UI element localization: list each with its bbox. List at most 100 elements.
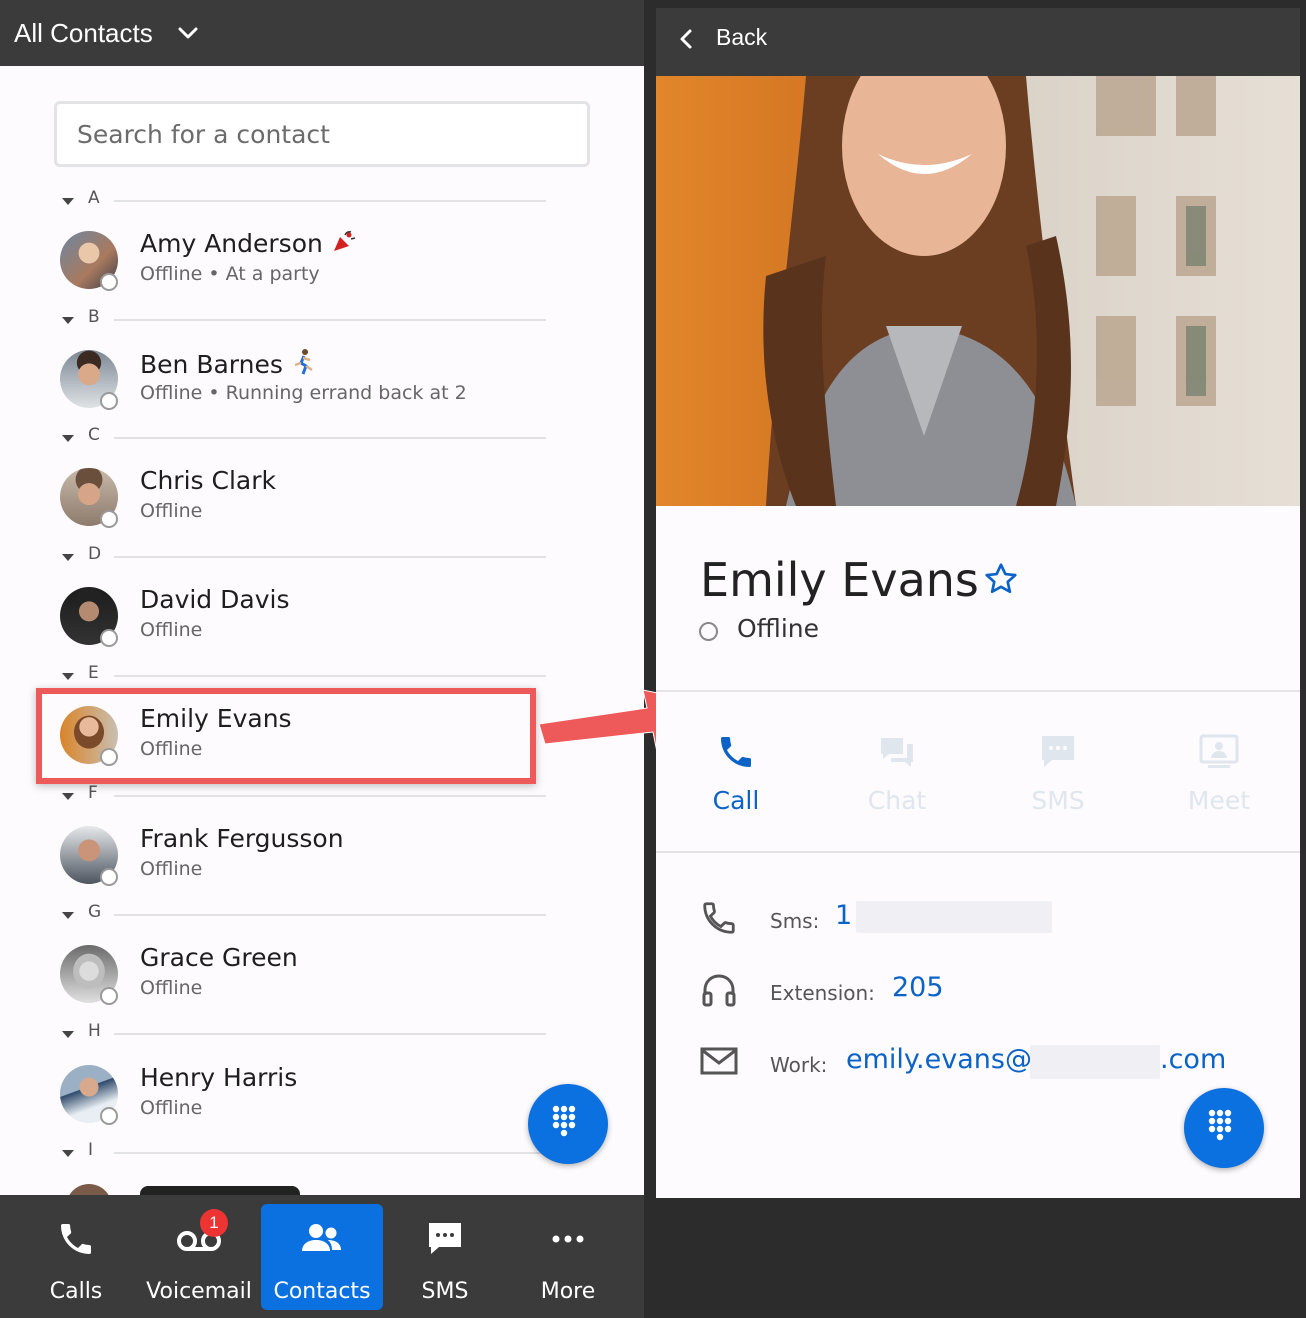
collapse-triangle-icon bbox=[62, 554, 74, 561]
contact-row-henry-harris[interactable]: Henry Harris Offline bbox=[60, 1063, 530, 1127]
action-label: SMS bbox=[1031, 786, 1085, 815]
work-email-suffix[interactable]: .com bbox=[1160, 1044, 1226, 1075]
section-header-c[interactable]: C bbox=[60, 425, 546, 448]
sms-action-button[interactable]: SMS bbox=[998, 732, 1118, 822]
headset-icon bbox=[702, 974, 736, 1007]
sms-number[interactable]: 1 bbox=[835, 900, 852, 931]
divider bbox=[114, 1033, 546, 1035]
divider bbox=[114, 556, 546, 558]
contacts-list-panel: All Contacts A B C D E F G H I Amy Ander… bbox=[0, 0, 644, 1318]
contact-detail-panel: Back Emily Evans Offline Call Chat SMS M… bbox=[656, 8, 1300, 1198]
avatar bbox=[66, 1184, 112, 1195]
back-chevron-icon[interactable] bbox=[678, 28, 694, 50]
sms-label: Sms: bbox=[770, 909, 820, 933]
section-header-g[interactable]: G bbox=[60, 902, 546, 925]
contacts-icon bbox=[302, 1224, 341, 1251]
section-header-f[interactable]: F bbox=[60, 783, 546, 806]
section-header-d[interactable]: D bbox=[60, 544, 546, 567]
nav-label: Contacts bbox=[273, 1279, 371, 1304]
highlight-box bbox=[36, 688, 536, 784]
contact-detail-status: Offline bbox=[737, 614, 820, 643]
section-header-i[interactable]: I bbox=[60, 1140, 546, 1163]
section-header-b[interactable]: B bbox=[60, 307, 546, 330]
divider bbox=[114, 437, 546, 439]
party-popper-icon bbox=[333, 231, 356, 251]
search-input[interactable] bbox=[57, 104, 587, 164]
contact-name: David Davis bbox=[140, 585, 290, 614]
favorite-star-icon[interactable] bbox=[982, 561, 1020, 597]
contact-photo bbox=[656, 76, 1300, 506]
dialpad-icon bbox=[552, 1105, 576, 1137]
chat-icon bbox=[881, 738, 913, 767]
collapse-triangle-icon bbox=[62, 198, 74, 205]
chevron-down-icon[interactable] bbox=[177, 22, 199, 44]
contact-row-ben-barnes[interactable]: Ben Barnes Offline • Running errand back… bbox=[60, 349, 530, 412]
phone-icon bbox=[61, 1224, 91, 1254]
contact-row-frank-fergusson[interactable]: Frank Fergusson Offline bbox=[60, 824, 530, 888]
contact-name: Chris Clark bbox=[140, 466, 276, 495]
back-button[interactable]: Back bbox=[716, 24, 767, 51]
divider bbox=[114, 319, 546, 321]
divider bbox=[114, 795, 546, 797]
divider bbox=[656, 851, 1300, 853]
contact-status: Offline bbox=[140, 619, 203, 641]
contact-row-amy-anderson[interactable]: Amy Anderson Offline • At a party bbox=[60, 229, 530, 293]
dialpad-icon bbox=[1208, 1109, 1232, 1141]
meet-action-button[interactable]: Meet bbox=[1159, 732, 1279, 822]
section-header-h[interactable]: H bbox=[60, 1021, 546, 1044]
contact-row-david-davis[interactable]: David Davis Offline bbox=[60, 585, 530, 649]
extension-number[interactable]: 205 bbox=[892, 972, 944, 1003]
more-icon bbox=[552, 1235, 584, 1243]
nav-sms[interactable]: SMS bbox=[384, 1195, 506, 1318]
contact-status: Offline bbox=[140, 977, 203, 999]
extension-row[interactable]: Extension: 205 bbox=[700, 967, 1280, 1017]
contact-name: Frank Fergusson bbox=[140, 824, 344, 853]
action-label: Call bbox=[712, 786, 760, 815]
nav-more[interactable]: More bbox=[507, 1195, 629, 1318]
collapse-triangle-icon bbox=[62, 1150, 74, 1157]
contact-name: Grace Green bbox=[140, 943, 298, 972]
work-label: Work: bbox=[770, 1053, 828, 1077]
redacted-block bbox=[856, 901, 1052, 933]
dialpad-button[interactable] bbox=[1184, 1088, 1264, 1168]
chat-action-button[interactable]: Chat bbox=[837, 732, 957, 822]
bottom-navigation: Calls 1 Voicemail Contacts SMS More bbox=[0, 1195, 644, 1318]
contact-name-cutoff bbox=[140, 1186, 300, 1195]
contact-status: Offline • Running errand back at 2 bbox=[140, 382, 467, 404]
work-email-row[interactable]: Work: emily.evans@ .com bbox=[700, 1039, 1280, 1089]
section-header-a[interactable]: A bbox=[60, 188, 546, 211]
sms-number-row[interactable]: Sms: 1 bbox=[700, 895, 1280, 945]
nav-contacts[interactable]: Contacts bbox=[261, 1195, 383, 1318]
nav-label: SMS bbox=[421, 1279, 469, 1304]
collapse-triangle-icon bbox=[62, 673, 74, 680]
nav-calls[interactable]: Calls bbox=[15, 1195, 137, 1318]
offline-status-dot bbox=[100, 392, 118, 410]
meet-icon bbox=[1199, 734, 1239, 768]
dialpad-button[interactable] bbox=[528, 1084, 608, 1164]
call-action-button[interactable]: Call bbox=[676, 732, 796, 822]
divider bbox=[114, 914, 546, 916]
collapse-triangle-icon bbox=[62, 793, 74, 800]
contact-status: Offline bbox=[140, 858, 203, 880]
search-field[interactable] bbox=[54, 101, 590, 167]
sms-icon bbox=[429, 1223, 461, 1254]
nav-voicemail[interactable]: 1 Voicemail bbox=[138, 1195, 260, 1318]
collapse-triangle-icon bbox=[62, 912, 74, 919]
nav-label: More bbox=[540, 1279, 596, 1304]
offline-status-dot bbox=[100, 987, 118, 1005]
contacts-header: All Contacts bbox=[0, 0, 644, 66]
offline-status-dot bbox=[699, 622, 718, 641]
divider bbox=[656, 690, 1300, 692]
offline-status-dot bbox=[100, 510, 118, 528]
section-header-e[interactable]: E bbox=[60, 663, 546, 686]
contact-row-chris-clark[interactable]: Chris Clark Offline bbox=[60, 466, 530, 530]
sms-icon bbox=[1042, 736, 1074, 767]
collapse-triangle-icon bbox=[62, 317, 74, 324]
redacted-block bbox=[1030, 1045, 1160, 1079]
work-email-prefix[interactable]: emily.evans@ bbox=[846, 1044, 1032, 1075]
contact-name: Amy Anderson bbox=[140, 229, 323, 258]
contact-status: Offline bbox=[140, 500, 203, 522]
partial-contact-row[interactable] bbox=[60, 1180, 530, 1195]
contacts-filter-title[interactable]: All Contacts bbox=[14, 18, 153, 49]
contact-row-grace-green[interactable]: Grace Green Offline bbox=[60, 943, 530, 1007]
